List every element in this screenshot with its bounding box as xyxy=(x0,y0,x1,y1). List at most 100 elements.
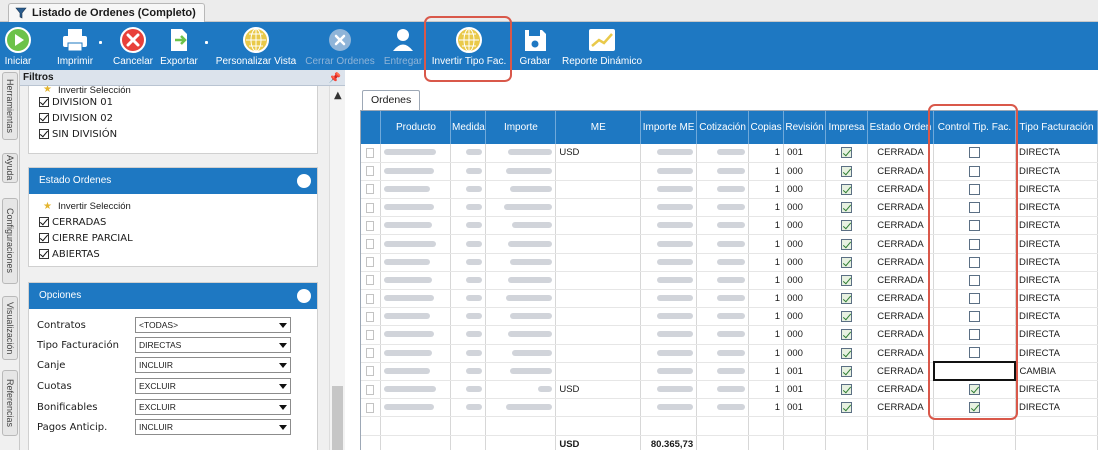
control-tip-fac-checkbox[interactable] xyxy=(968,202,980,214)
col-tipo-facturacion[interactable]: Tipo Facturación xyxy=(1015,111,1098,144)
cell-estado-orden[interactable]: CERRADA xyxy=(867,307,934,327)
cerrar-ordenes-button[interactable]: Cerrar Ordenes xyxy=(304,22,376,70)
cell-importe[interactable] xyxy=(485,307,557,327)
cell-revision[interactable]: 000 xyxy=(783,162,827,181)
cell-copias[interactable]: 1 xyxy=(748,344,785,363)
cell-importe-me[interactable] xyxy=(640,162,698,181)
cell-cotizacion[interactable] xyxy=(696,253,750,272)
cell-importe[interactable] xyxy=(485,253,557,272)
row-selector[interactable] xyxy=(366,184,374,195)
cell-impresa[interactable] xyxy=(825,307,869,327)
impresa-checkbox[interactable] xyxy=(841,329,853,341)
cell-medida[interactable] xyxy=(450,216,487,236)
cell-copias[interactable]: 1 xyxy=(748,271,785,291)
row-selector[interactable] xyxy=(366,275,374,286)
tipo-facturacion-select[interactable]: DIRECTAS xyxy=(135,337,291,353)
control-tip-fac-checkbox[interactable] xyxy=(968,220,980,232)
cell-producto[interactable] xyxy=(380,144,452,163)
cell-copias[interactable]: 1 xyxy=(748,362,785,381)
cell-control-tip-fac[interactable] xyxy=(933,307,1016,327)
cell-medida[interactable] xyxy=(450,307,487,327)
cell-control-tip-fac[interactable] xyxy=(933,234,1016,254)
col-impresa[interactable]: Impresa xyxy=(825,111,869,144)
row-selector[interactable] xyxy=(366,147,374,158)
cell-me[interactable] xyxy=(555,344,642,363)
cell-cotizacion[interactable] xyxy=(696,307,750,327)
checkbox[interactable] xyxy=(39,129,49,139)
cell-importe-me[interactable] xyxy=(640,144,698,163)
cell-revision[interactable]: 000 xyxy=(783,325,827,345)
row-selector[interactable] xyxy=(366,311,374,322)
row-selector-cell[interactable] xyxy=(361,198,382,218)
cell-tipo-facturacion[interactable]: DIRECTA xyxy=(1015,162,1098,181)
impresa-checkbox[interactable] xyxy=(841,365,853,377)
cell-importe[interactable] xyxy=(485,398,557,418)
impresa-checkbox[interactable] xyxy=(841,311,853,323)
cell-impresa[interactable] xyxy=(825,234,869,254)
cell-tipo-facturacion[interactable]: DIRECTA xyxy=(1015,398,1098,418)
cell-tipo-facturacion[interactable]: DIRECTA xyxy=(1015,234,1098,254)
table-row[interactable]: USD 1 001 CERRADA DIRECTA xyxy=(361,144,1098,163)
row-selector[interactable] xyxy=(366,329,374,340)
side-tab-visualizacion[interactable]: Visualización xyxy=(2,296,18,360)
col-control-tip-fac[interactable]: Control Tip. Fac. xyxy=(933,111,1016,144)
cell-impresa[interactable] xyxy=(825,325,869,345)
table-row[interactable]: 1 000 CERRADA DIRECTA xyxy=(361,234,1098,254)
col-me[interactable]: ME xyxy=(555,111,642,144)
cell-medida[interactable] xyxy=(450,325,487,345)
cell-cotizacion[interactable] xyxy=(696,162,750,181)
cell-tipo-facturacion[interactable]: DIRECTA xyxy=(1015,198,1098,218)
cell-cotizacion[interactable] xyxy=(696,216,750,236)
control-tip-fac-checkbox[interactable] xyxy=(968,293,980,305)
impresa-checkbox[interactable] xyxy=(841,147,853,159)
row-selector[interactable] xyxy=(366,257,374,268)
cell-control-tip-fac[interactable] xyxy=(933,144,1016,163)
cell-importe-me[interactable] xyxy=(640,398,698,418)
cell-producto[interactable] xyxy=(380,271,452,291)
row-selector[interactable] xyxy=(366,366,374,377)
cell-impresa[interactable] xyxy=(825,271,869,291)
row-selector[interactable] xyxy=(366,384,374,395)
cell-control-tip-fac-editing[interactable] xyxy=(932,361,1017,382)
cuotas-select[interactable]: EXCLUIR xyxy=(135,378,291,394)
cell-copias[interactable]: 1 xyxy=(748,234,785,254)
impresa-checkbox[interactable] xyxy=(841,384,853,396)
cell-medida[interactable] xyxy=(450,144,487,163)
cancelar-button[interactable]: Cancelar xyxy=(112,22,154,70)
cell-importe[interactable] xyxy=(485,162,557,181)
cell-me[interactable] xyxy=(555,253,642,272)
cell-cotizacion[interactable] xyxy=(696,344,750,363)
cell-importe-me[interactable] xyxy=(640,307,698,327)
row-selector[interactable] xyxy=(366,348,374,359)
cell-cotizacion[interactable] xyxy=(696,398,750,418)
cell-importe-me[interactable] xyxy=(640,380,698,400)
imprimir-button[interactable]: Imprimir xyxy=(52,22,98,70)
cell-tipo-facturacion[interactable]: DIRECTA xyxy=(1015,144,1098,163)
cell-me[interactable] xyxy=(555,216,642,236)
impresa-checkbox[interactable] xyxy=(841,402,853,414)
cell-estado-orden[interactable]: CERRADA xyxy=(867,234,934,254)
cell-tipo-facturacion[interactable]: DIRECTA xyxy=(1015,180,1098,200)
cell-importe-me[interactable] xyxy=(640,253,698,272)
cell-estado-orden[interactable]: CERRADA xyxy=(867,253,934,272)
cell-control-tip-fac[interactable] xyxy=(933,216,1016,236)
cell-impresa[interactable] xyxy=(825,380,869,400)
row-selector[interactable] xyxy=(366,202,374,213)
impresa-checkbox[interactable] xyxy=(841,293,853,305)
cell-producto[interactable] xyxy=(380,398,452,418)
cell-revision[interactable]: 000 xyxy=(783,344,827,363)
personalizar-vista-button[interactable]: Personalizar Vista xyxy=(216,22,296,70)
row-selector-cell[interactable] xyxy=(361,180,382,200)
cell-importe-me[interactable] xyxy=(640,216,698,236)
cell-importe-me[interactable] xyxy=(640,344,698,363)
checkbox[interactable] xyxy=(39,113,49,123)
cell-revision[interactable]: 000 xyxy=(783,198,827,218)
cell-cotizacion[interactable] xyxy=(696,234,750,254)
table-row[interactable]: USD 1 001 CERRADA DIRECTA xyxy=(361,380,1098,400)
cell-control-tip-fac[interactable] xyxy=(933,380,1016,400)
cell-producto[interactable] xyxy=(380,344,452,363)
impresa-checkbox[interactable] xyxy=(841,165,853,177)
tab-ordenes[interactable]: Ordenes xyxy=(362,90,421,110)
side-tab-ayuda[interactable]: Ayuda xyxy=(2,153,18,183)
cell-estado-orden[interactable]: CERRADA xyxy=(867,144,934,163)
